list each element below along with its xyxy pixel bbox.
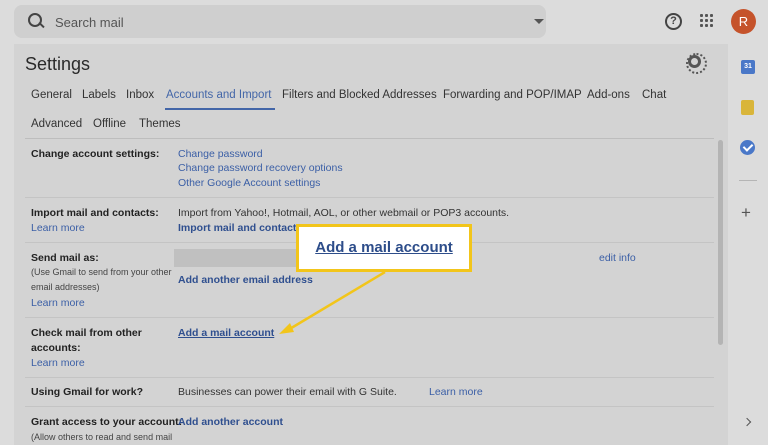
edit-info-link[interactable]: edit info [599, 252, 636, 264]
grant-access-label: Grant access to your account: [31, 416, 183, 428]
tasks-icon[interactable] [740, 140, 755, 155]
import-mail-link[interactable]: Import mail and contacts [178, 222, 302, 234]
search-input[interactable] [55, 12, 495, 32]
tab-inbox[interactable]: Inbox [126, 89, 154, 101]
change-account-label: Change account settings: [31, 148, 160, 160]
chevron-right-icon[interactable] [742, 417, 752, 427]
gear-icon[interactable] [686, 53, 707, 74]
send-mail-description-2: email addresses) [31, 282, 100, 292]
check-mail-label-2: accounts: [31, 342, 81, 354]
grant-access-description: (Allow others to read and send mail [31, 432, 173, 442]
calendar-icon[interactable]: 31 [741, 60, 755, 74]
tab-forwarding[interactable]: Forwarding and POP/IMAP [443, 89, 582, 101]
page-title: Settings [25, 54, 91, 74]
tab-add-ons[interactable]: Add-ons [587, 89, 630, 101]
import-mail-label: Import mail and contacts: [31, 207, 159, 219]
active-tab-indicator [165, 108, 275, 110]
keep-icon[interactable] [741, 100, 754, 115]
tab-offline[interactable]: Offline [93, 118, 126, 130]
divider [25, 406, 714, 407]
gmail-work-description: Businesses can power their email with G … [178, 386, 397, 398]
callout-label: Add a mail account [315, 239, 453, 256]
tab-advanced[interactable]: Advanced [31, 118, 82, 130]
tabs-divider [25, 138, 714, 139]
send-mail-description: (Use Gmail to send from your other [31, 267, 172, 277]
callout-box: Add a mail account [296, 224, 472, 272]
import-learn-more-link[interactable]: Learn more [31, 222, 85, 234]
divider [25, 197, 714, 198]
send-mail-learn-more-link[interactable]: Learn more [31, 297, 85, 309]
other-account-settings-link[interactable]: Other Google Account settings [178, 177, 320, 189]
tab-chat[interactable]: Chat [642, 89, 666, 101]
change-password-link[interactable]: Change password [178, 148, 263, 160]
account-avatar[interactable]: R [731, 9, 756, 34]
add-addon-icon[interactable]: + [741, 204, 751, 221]
help-icon[interactable]: ? [665, 13, 682, 30]
side-panel-divider [739, 180, 757, 181]
gmail-work-learn-more-link[interactable]: Learn more [429, 386, 483, 398]
scrollbar[interactable] [718, 140, 723, 345]
add-another-email-link[interactable]: Add another email address [178, 274, 313, 286]
search-icon[interactable] [28, 13, 44, 29]
side-panel: 31 + [728, 44, 768, 445]
top-bar: ? R [0, 0, 768, 44]
apps-grid-icon[interactable] [700, 14, 714, 28]
import-description: Import from Yahoo!, Hotmail, AOL, or oth… [178, 207, 510, 219]
add-another-account-link[interactable]: Add another account [178, 416, 283, 428]
divider [25, 377, 714, 378]
gmail-work-label: Using Gmail for work? [31, 386, 144, 398]
search-bar[interactable] [14, 5, 546, 38]
tab-accounts-and-import[interactable]: Accounts and Import [166, 89, 271, 101]
divider [25, 317, 714, 318]
add-mail-account-link[interactable]: Add a mail account [178, 327, 274, 339]
tab-general[interactable]: General [31, 89, 72, 101]
check-mail-learn-more-link[interactable]: Learn more [31, 357, 85, 369]
tab-filters[interactable]: Filters and Blocked Addresses [282, 89, 437, 101]
search-options-icon[interactable] [534, 19, 544, 24]
tab-labels[interactable]: Labels [82, 89, 116, 101]
check-mail-label: Check mail from other [31, 327, 142, 339]
change-recovery-link[interactable]: Change password recovery options [178, 162, 343, 174]
tab-themes[interactable]: Themes [139, 118, 181, 130]
send-mail-as-label: Send mail as: [31, 252, 99, 264]
